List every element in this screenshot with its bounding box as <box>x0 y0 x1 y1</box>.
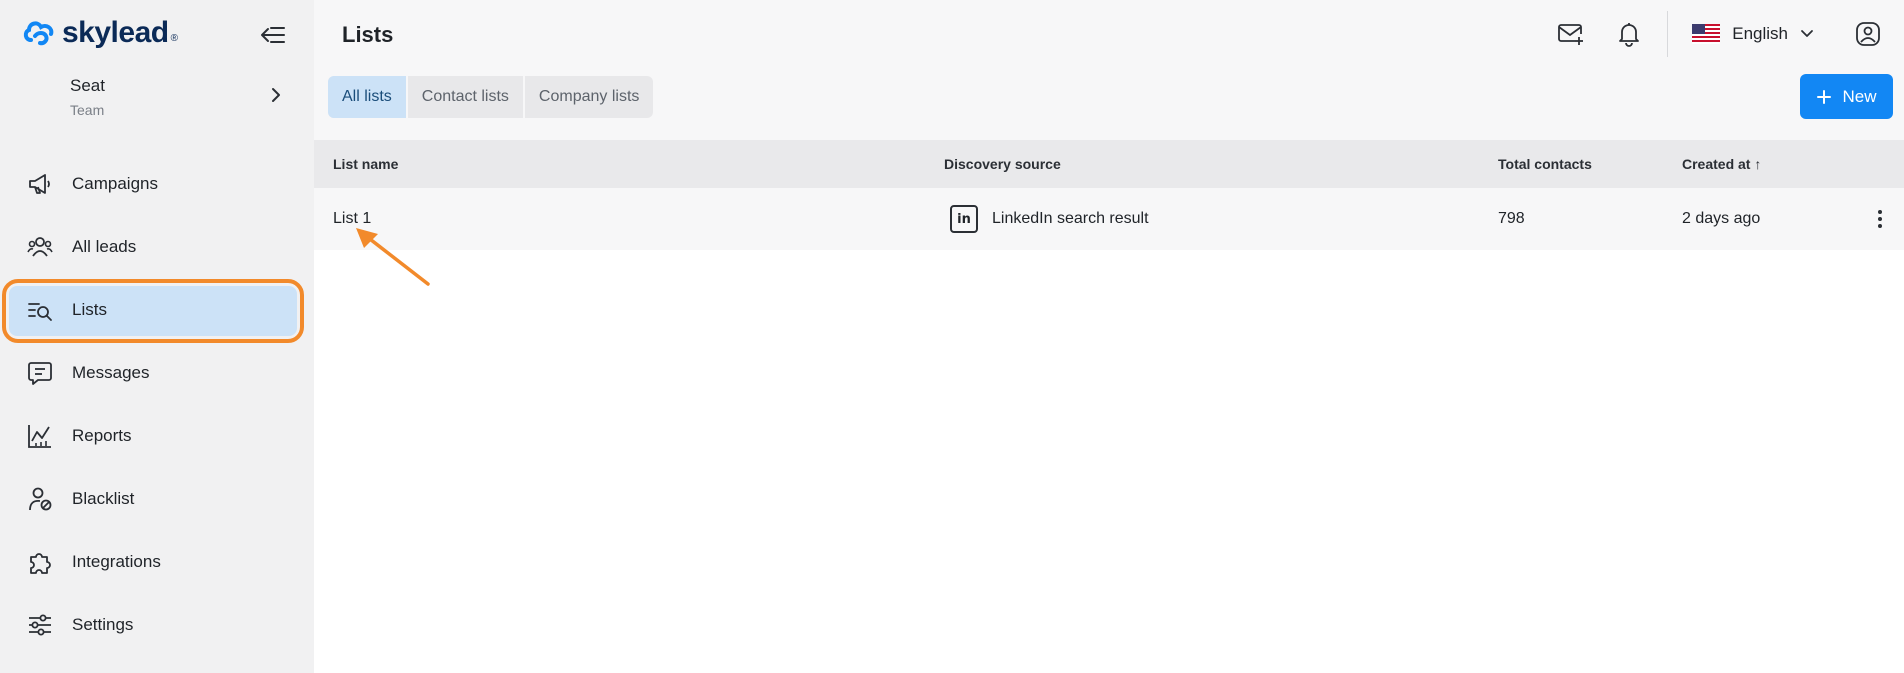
sliders-icon <box>26 611 54 639</box>
collapse-menu-icon <box>261 27 285 43</box>
total-contacts-cell: 798 <box>1498 210 1525 227</box>
header-divider <box>1667 11 1669 57</box>
sidebar-item-label: Messages <box>72 362 150 382</box>
sidebar: skylead ® Seat Team Campaigns All leads <box>0 0 314 673</box>
new-list-button[interactable]: New <box>1800 74 1893 119</box>
sidebar-item-campaigns[interactable]: Campaigns <box>0 152 314 215</box>
sidebar-item-label: Blacklist <box>72 488 135 508</box>
chart-icon <box>26 422 54 450</box>
column-header-discovery-source[interactable]: Discovery source <box>944 140 1061 188</box>
notifications-button[interactable] <box>1609 14 1649 54</box>
chevron-right-icon <box>272 88 280 102</box>
header-actions: English <box>1551 11 1904 57</box>
tab-all-lists[interactable]: All lists <box>328 76 408 118</box>
sidebar-item-label: All leads <box>72 236 137 256</box>
seat-team-label: Team <box>70 102 105 118</box>
sidebar-item-lists[interactable]: Lists <box>0 278 314 343</box>
discovery-source-cell: in LinkedIn search result <box>950 188 1149 250</box>
list-search-icon <box>26 296 54 324</box>
row-actions-button[interactable] <box>1870 205 1890 233</box>
linkedin-icon: in <box>950 205 978 233</box>
collapse-sidebar-button[interactable] <box>258 20 288 50</box>
tab-contact-lists[interactable]: Contact lists <box>408 76 525 118</box>
column-header-created-at[interactable]: Created at ↑ <box>1682 140 1761 188</box>
language-selector[interactable]: English <box>1692 24 1814 44</box>
cloud-link-icon <box>23 21 54 46</box>
sidebar-item-label: Campaigns <box>72 173 158 193</box>
sidebar-item-label: Reports <box>72 425 132 445</box>
message-icon <box>26 359 54 387</box>
column-header-total-contacts[interactable]: Total contacts <box>1498 140 1592 188</box>
list-type-tabs: All lists Contact lists Company lists <box>328 76 654 118</box>
sidebar-item-reports[interactable]: Reports <box>0 404 314 467</box>
table-row[interactable]: List 1 in LinkedIn search result 798 2 d… <box>314 188 1904 250</box>
page-header: Lists English All lists Contact lists Co… <box>314 0 1904 140</box>
brand-reg: ® <box>170 33 178 44</box>
column-header-list-name[interactable]: List name <box>333 140 398 188</box>
sidebar-item-all-leads[interactable]: All leads <box>0 215 314 278</box>
chevron-down-icon <box>1801 30 1813 37</box>
tab-company-lists[interactable]: Company lists <box>525 76 653 118</box>
language-label: English <box>1732 24 1788 43</box>
compose-mail-button[interactable] <box>1551 14 1591 54</box>
seat-name: Seat <box>70 76 105 95</box>
brand-logo[interactable]: skylead ® <box>22 16 178 50</box>
mail-plus-icon <box>1558 24 1584 45</box>
page-title: Lists <box>342 22 394 47</box>
table-header: List name Discovery source Total contact… <box>314 140 1904 188</box>
sidebar-item-label: Settings <box>72 614 134 634</box>
sidebar-item-integrations[interactable]: Integrations <box>0 530 314 593</box>
sidebar-item-settings[interactable]: Settings <box>0 593 314 656</box>
created-at-cell: 2 days ago <box>1682 210 1761 227</box>
us-flag-icon <box>1692 24 1721 44</box>
sidebar-item-messages[interactable]: Messages <box>0 341 314 404</box>
megaphone-icon <box>26 170 54 198</box>
discovery-source-label: LinkedIn search result <box>992 210 1149 227</box>
account-button[interactable] <box>1848 14 1888 54</box>
user-block-icon <box>26 485 54 513</box>
plus-icon <box>1817 89 1832 104</box>
user-circle-icon <box>1856 22 1880 46</box>
people-icon <box>26 233 54 261</box>
seat-selector[interactable]: Seat Team <box>70 76 290 122</box>
bell-icon <box>1619 23 1640 47</box>
sidebar-item-label: Lists <box>72 299 107 319</box>
new-button-label: New <box>1842 86 1877 106</box>
sidebar-item-blacklist[interactable]: Blacklist <box>0 467 314 530</box>
sidebar-item-label: Integrations <box>72 551 161 571</box>
annotation-arrow-icon <box>356 228 430 286</box>
brand-name: skylead <box>62 16 169 49</box>
puzzle-icon <box>26 548 54 576</box>
main-content: Lists English All lists Contact lists Co… <box>314 0 1904 673</box>
sidebar-nav: Campaigns All leads Lists Messages Repor… <box>0 152 314 656</box>
more-vertical-icon <box>1878 210 1882 228</box>
